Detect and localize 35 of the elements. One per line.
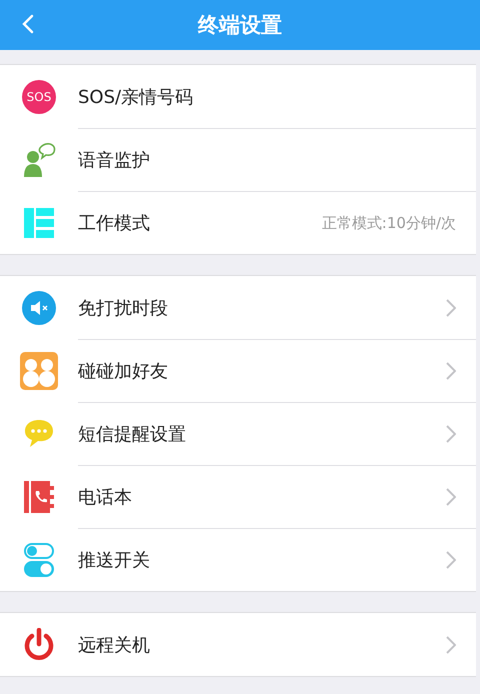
mute-icon bbox=[22, 290, 56, 324]
settings-item[interactable]: 短信提醒设置 bbox=[0, 402, 476, 465]
person-speech-icon bbox=[22, 142, 56, 176]
chevron-icon bbox=[446, 298, 456, 316]
settings-item[interactable]: 免打扰时段 bbox=[0, 276, 476, 339]
settings-item[interactable]: 推送开关 bbox=[0, 528, 476, 591]
settings-item[interactable]: 语音监护 bbox=[0, 128, 476, 191]
chevron-icon bbox=[446, 636, 456, 654]
item-label: 推送开关 bbox=[78, 549, 151, 572]
back-icon[interactable] bbox=[22, 14, 34, 34]
item-label: 短信提醒设置 bbox=[78, 423, 187, 446]
chevron-icon bbox=[446, 488, 456, 506]
page-title: 终端设置 bbox=[198, 12, 282, 39]
item-value: 正常模式:10分钟/次 bbox=[322, 214, 456, 232]
settings-item[interactable]: 碰碰加好友 bbox=[0, 339, 476, 402]
chat-bubble-icon bbox=[24, 418, 54, 448]
chevron-icon bbox=[446, 425, 456, 443]
sos-icon: SOS bbox=[22, 80, 56, 114]
item-label: 碰碰加好友 bbox=[78, 360, 169, 383]
item-label: 电话本 bbox=[78, 486, 133, 509]
settings-item[interactable]: 远程关机 bbox=[0, 613, 476, 676]
item-label: 免打扰时段 bbox=[78, 296, 169, 320]
layout-icon bbox=[24, 208, 54, 238]
chevron-icon bbox=[446, 551, 456, 569]
power-icon bbox=[23, 628, 55, 662]
chevron-icon bbox=[446, 362, 456, 380]
item-label: 语音监护 bbox=[78, 149, 151, 172]
phonebook-icon bbox=[24, 480, 54, 512]
settings-item[interactable]: 电话本 bbox=[0, 465, 476, 528]
settings-item[interactable]: SOS SOS/亲情号码 bbox=[0, 65, 476, 128]
toggles-icon bbox=[24, 542, 54, 576]
item-label: 工作模式 bbox=[78, 212, 151, 235]
item-label: 远程关机 bbox=[78, 634, 151, 656]
item-label: SOS/亲情号码 bbox=[78, 86, 194, 108]
settings-item[interactable]: 工作模式 正常模式:10分钟/次 bbox=[0, 191, 476, 254]
